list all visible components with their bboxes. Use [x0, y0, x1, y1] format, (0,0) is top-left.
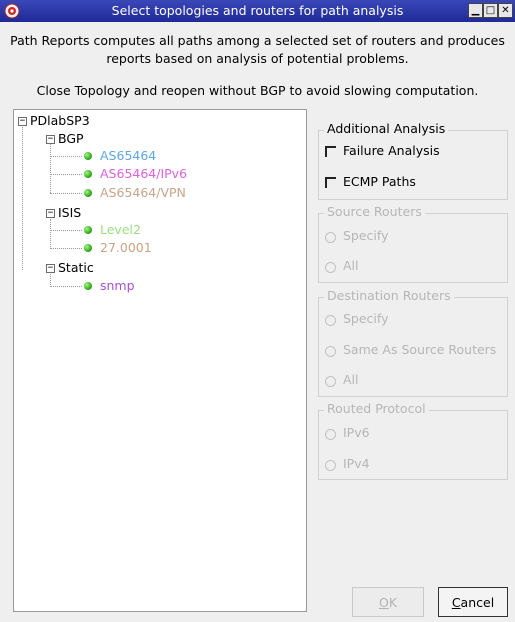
- tree-line: [50, 248, 82, 249]
- ecmp-paths-label[interactable]: ECMP Paths: [343, 174, 416, 189]
- ipv4-radio[interactable]: [325, 460, 336, 471]
- source-all-label[interactable]: All: [343, 258, 359, 273]
- description-text: Path Reports computes all paths among a …: [0, 32, 515, 68]
- path-analysis-dialog: Select topologies and routers for path a…: [0, 0, 515, 622]
- maximize-icon[interactable]: □: [483, 3, 498, 18]
- destination-specify-radio[interactable]: [325, 315, 336, 326]
- description-line-2: reports based on analysis of potential p…: [106, 51, 409, 66]
- ok-label-rest: K: [388, 594, 398, 610]
- cancel-label-rest: ancel: [460, 594, 495, 610]
- tree-item-level2[interactable]: Level2: [100, 222, 141, 237]
- window-title: Select topologies and routers for path a…: [111, 3, 404, 18]
- tree-item-snmp[interactable]: snmp: [100, 278, 135, 293]
- ipv4-label[interactable]: IPv4: [343, 456, 370, 471]
- minimize-icon[interactable]: ▁: [468, 3, 483, 18]
- destination-same-label[interactable]: Same As Source Routers: [343, 342, 496, 357]
- status-dot-icon: [84, 189, 92, 197]
- destination-specify-label[interactable]: Specify: [343, 311, 388, 326]
- status-dot-icon: [84, 152, 92, 160]
- tree-root-pdlabsp3[interactable]: PDlabSP3: [30, 113, 90, 128]
- routed-protocol-title: Routed Protocol: [324, 401, 429, 416]
- source-all-radio[interactable]: [325, 262, 336, 273]
- destination-routers-title: Destination Routers: [324, 288, 454, 303]
- destination-all-radio[interactable]: [325, 376, 336, 387]
- tree-line: [50, 174, 82, 175]
- tree-item-as65464[interactable]: AS65464: [100, 148, 156, 163]
- expander-icon[interactable]: −: [46, 264, 55, 273]
- description-line-1: Path Reports computes all paths among a …: [10, 33, 505, 48]
- tree-line: [50, 286, 82, 287]
- tree-group-bgp[interactable]: BGP: [58, 131, 84, 146]
- tree-item-27-0001[interactable]: 27.0001: [100, 240, 152, 255]
- tree-line: [50, 156, 82, 157]
- source-specify-label[interactable]: Specify: [343, 228, 388, 243]
- tree-line: [50, 143, 51, 193]
- expander-icon[interactable]: −: [46, 135, 55, 144]
- additional-analysis-title: Additional Analysis: [324, 121, 449, 136]
- status-dot-icon: [84, 170, 92, 178]
- bgp-note: Close Topology and reopen without BGP to…: [36, 83, 479, 98]
- ipv6-radio[interactable]: [325, 429, 336, 440]
- destination-all-label[interactable]: All: [343, 372, 359, 387]
- ok-mnemonic: O: [378, 594, 389, 610]
- tree-line: [50, 193, 82, 194]
- source-routers-title: Source Routers: [324, 204, 425, 219]
- tree-line: [50, 230, 82, 231]
- destination-same-radio[interactable]: [325, 346, 336, 357]
- ecmp-paths-checkbox[interactable]: [325, 177, 336, 188]
- tree-item-as65464-ipv6[interactable]: AS65464/IPv6: [100, 166, 187, 181]
- expander-icon[interactable]: −: [18, 117, 27, 126]
- ipv6-label[interactable]: IPv6: [343, 425, 370, 440]
- tree-line: [22, 124, 23, 270]
- status-dot-icon: [84, 282, 92, 290]
- topology-tree[interactable]: − PDlabSP3 − BGP AS65464 AS65464/IPv6 AS…: [13, 109, 307, 612]
- failure-analysis-checkbox[interactable]: [325, 146, 336, 157]
- cancel-mnemonic: C: [451, 594, 461, 610]
- failure-analysis-label[interactable]: Failure Analysis: [343, 143, 440, 158]
- ok-button[interactable]: OK: [352, 587, 424, 617]
- tree-group-isis[interactable]: ISIS: [58, 205, 81, 220]
- close-icon[interactable]: ✕: [498, 3, 513, 18]
- title-bar[interactable]: Select topologies and routers for path a…: [0, 0, 515, 22]
- expander-icon[interactable]: −: [46, 209, 55, 218]
- window-controls: ▁ □ ✕: [468, 3, 513, 19]
- tree-item-as65464-vpn[interactable]: AS65464/VPN: [100, 185, 186, 200]
- tree-line: [50, 219, 51, 249]
- source-specify-radio[interactable]: [325, 232, 336, 243]
- cancel-button[interactable]: Cancel: [438, 587, 508, 617]
- status-dot-icon: [84, 226, 92, 234]
- tree-group-static[interactable]: Static: [58, 260, 94, 275]
- additional-analysis-group: [318, 130, 508, 200]
- status-dot-icon: [84, 244, 92, 252]
